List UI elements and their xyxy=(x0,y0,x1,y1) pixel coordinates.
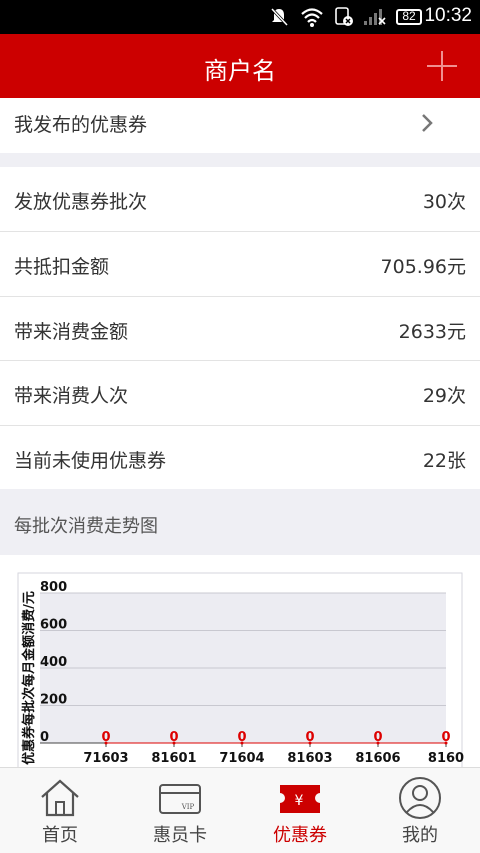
stat-row-deducted: 共抵扣金额 705.96元 xyxy=(0,232,480,296)
my-coupons-link[interactable]: 我发布的优惠券 xyxy=(0,98,480,153)
x-tick-label: 81601 xyxy=(151,751,196,766)
stat-value: 2633元 xyxy=(398,321,466,343)
stat-value: 22张 xyxy=(422,450,466,472)
x-tick-label: 81606 xyxy=(355,751,400,766)
tab-label: 我的 xyxy=(402,825,438,846)
stat-label: 发放优惠券批次 xyxy=(14,191,148,213)
app-header: 商户名 xyxy=(0,34,480,98)
bottom-tab-bar: 首页 VIP 惠员卡 ¥ 优惠券 我的 xyxy=(0,767,480,853)
stat-value: 29次 xyxy=(422,385,466,407)
stat-row-batches: 发放优惠券批次 30次 xyxy=(0,167,480,231)
svg-text:VIP: VIP xyxy=(181,803,195,811)
add-icon[interactable] xyxy=(426,50,458,82)
trend-chart-card: 800 600 400 200 0 优惠券每批次每月金额消费/元 71603 0 81601 0 7… xyxy=(0,555,480,767)
stat-row-spend: 带来消费金额 2633元 xyxy=(0,297,480,360)
tab-profile[interactable]: 我的 xyxy=(360,768,480,853)
y-tick-label: 600 xyxy=(40,618,67,633)
stat-label: 当前未使用优惠券 xyxy=(14,450,167,472)
y-tick-label: 800 xyxy=(40,580,67,595)
stat-value: 30次 xyxy=(422,191,466,213)
my-coupons-label: 我发布的优惠券 xyxy=(14,114,148,136)
stat-label: 带来消费金额 xyxy=(14,321,129,343)
tab-label: 优惠券 xyxy=(273,825,327,846)
signal-icon xyxy=(364,9,386,25)
wifi-icon xyxy=(301,8,323,27)
trend-section-title: 每批次消费走势图 xyxy=(14,516,158,537)
tab-vip-card[interactable]: VIP 惠员卡 xyxy=(120,768,240,853)
chevron-right-icon xyxy=(422,114,433,132)
stat-row-unused: 当前未使用优惠券 22张 xyxy=(0,426,480,489)
x-tick-label: 81603 xyxy=(287,751,332,766)
stat-value: 705.96元 xyxy=(380,256,466,278)
profile-icon xyxy=(399,777,441,819)
y-tick-label: 400 xyxy=(40,655,67,670)
x-tick-label: 71603 xyxy=(83,751,128,766)
tab-label: 首页 xyxy=(42,825,78,846)
notifications-off-icon xyxy=(270,7,289,27)
clock: 10:32 xyxy=(424,5,472,26)
y-axis-label: 优惠券每批次每月金额消费/元 xyxy=(21,591,37,765)
tab-coupons[interactable]: ¥ 优惠券 xyxy=(240,768,360,853)
trend-chart: 8006004002000优惠券每批次每月金额消费/元 7160308160107… xyxy=(17,572,464,767)
tab-home[interactable]: 首页 xyxy=(0,768,120,853)
battery-level: 82 xyxy=(402,9,416,23)
sim-error-icon xyxy=(335,7,353,26)
battery-icon: 82 xyxy=(396,9,422,25)
y-tick-label: 200 xyxy=(40,693,67,708)
vip-card-icon: VIP xyxy=(159,784,201,814)
tab-label: 惠员卡 xyxy=(153,825,207,846)
stat-label: 带来消费人次 xyxy=(14,385,129,407)
stat-label: 共抵扣金额 xyxy=(14,256,110,278)
x-tick-label: 8160 xyxy=(428,751,464,766)
x-tick-label: 71604 xyxy=(219,751,264,766)
home-icon xyxy=(41,779,79,817)
status-bar: 82 10:32 xyxy=(0,0,480,34)
coupon-icon: ¥ xyxy=(280,785,320,813)
stat-row-visits: 带来消费人次 29次 xyxy=(0,361,480,425)
svg-text:¥: ¥ xyxy=(295,793,304,809)
page-title: 商户名 xyxy=(204,57,276,85)
